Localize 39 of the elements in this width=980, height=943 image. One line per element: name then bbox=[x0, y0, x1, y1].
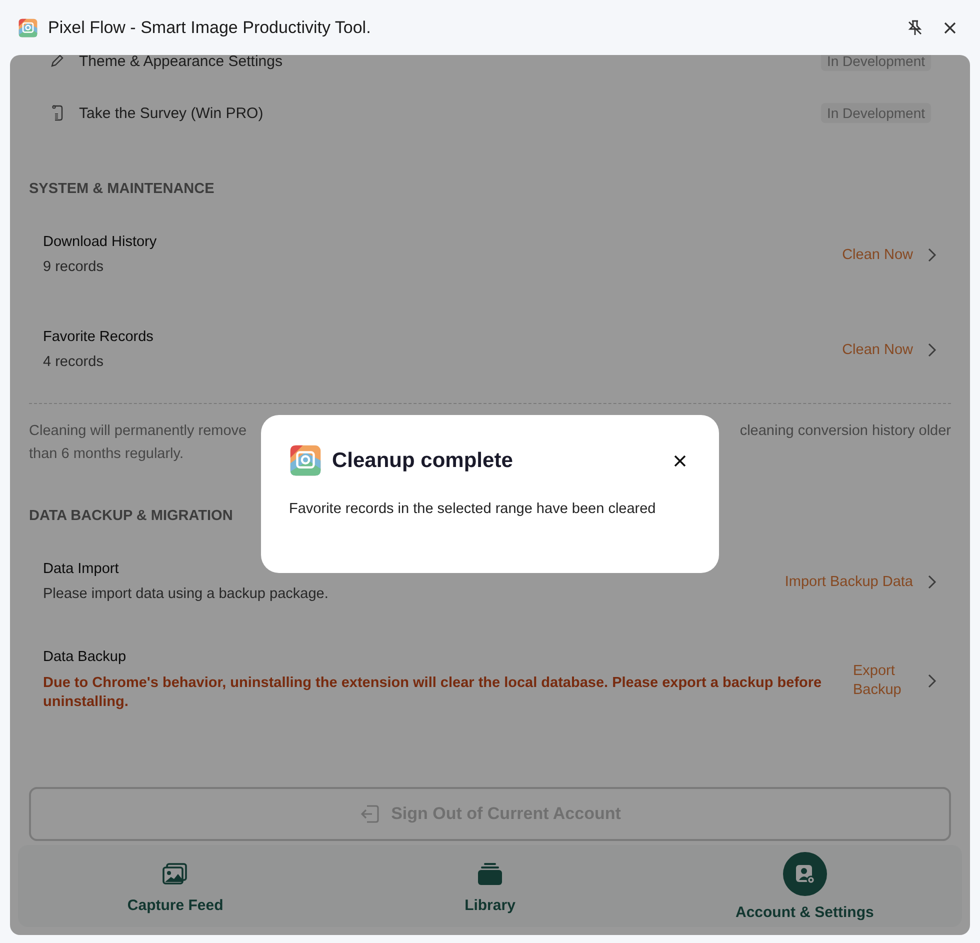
setting-title: Download History bbox=[43, 234, 158, 250]
pencil-icon bbox=[49, 55, 65, 69]
cleanup-note: cleaning conversion history older bbox=[740, 422, 951, 441]
sign-out-icon bbox=[359, 803, 382, 825]
setting-title: Data Import bbox=[43, 561, 120, 577]
app-logo-icon bbox=[289, 444, 322, 477]
chevron-right-icon bbox=[927, 672, 937, 688]
close-icon bbox=[942, 20, 958, 36]
chevron-right-icon bbox=[927, 342, 937, 358]
section-heading: DATA BACKUP & MIGRATION bbox=[29, 508, 233, 524]
nav-tab[interactable]: Library bbox=[332, 845, 648, 927]
action-link[interactable]: Clean Now bbox=[842, 246, 937, 262]
menu-item-label[interactable]: Take the Survey (Win PRO) bbox=[79, 104, 807, 122]
action-link[interactable]: Clean Now bbox=[842, 342, 937, 358]
chevron-right-icon bbox=[927, 574, 937, 590]
status-label: In Development bbox=[820, 55, 931, 71]
dialog-title: Cleanup complete bbox=[332, 448, 514, 472]
menu-item-label[interactable]: Theme & Appearance Settings bbox=[79, 55, 807, 70]
clipboard-icon bbox=[49, 104, 65, 122]
setting-subtitle: 4 records bbox=[43, 354, 104, 370]
action-link[interactable]: Export Backup bbox=[853, 662, 937, 700]
status-label: In Development bbox=[820, 103, 931, 123]
cleanup-note: than 6 months regularly. bbox=[29, 445, 184, 464]
setting-subtitle: Please import data using a backup package. bbox=[43, 586, 330, 602]
app-logo-icon bbox=[18, 18, 38, 38]
nav-tab[interactable]: Account & Settings bbox=[647, 845, 962, 927]
setting-title: Data Backup bbox=[43, 649, 128, 665]
window-title: Pixel Flow - Smart Image Productivity Tool. bbox=[48, 18, 372, 38]
warning-text: Due to Chrome's behavior, uninstalling the extension will clear the local database. Please export a backup before uninstalling. bbox=[43, 674, 823, 712]
section-heading: SYSTEM & MAINTENANCE bbox=[29, 181, 214, 197]
dialog-message: Favorite records in the selected range have been cleared bbox=[289, 501, 657, 517]
close-icon bbox=[673, 454, 687, 468]
pin-off-icon bbox=[906, 18, 924, 36]
nav-tab[interactable]: Capture Feed bbox=[18, 845, 333, 927]
setting-subtitle: 9 records bbox=[43, 259, 104, 275]
cleanup-note: Cleaning will permanently remove bbox=[29, 422, 247, 441]
chevron-right-icon bbox=[927, 246, 937, 262]
setting-title: Favorite Records bbox=[43, 329, 154, 345]
action-link[interactable]: Import Backup Data bbox=[784, 574, 937, 590]
